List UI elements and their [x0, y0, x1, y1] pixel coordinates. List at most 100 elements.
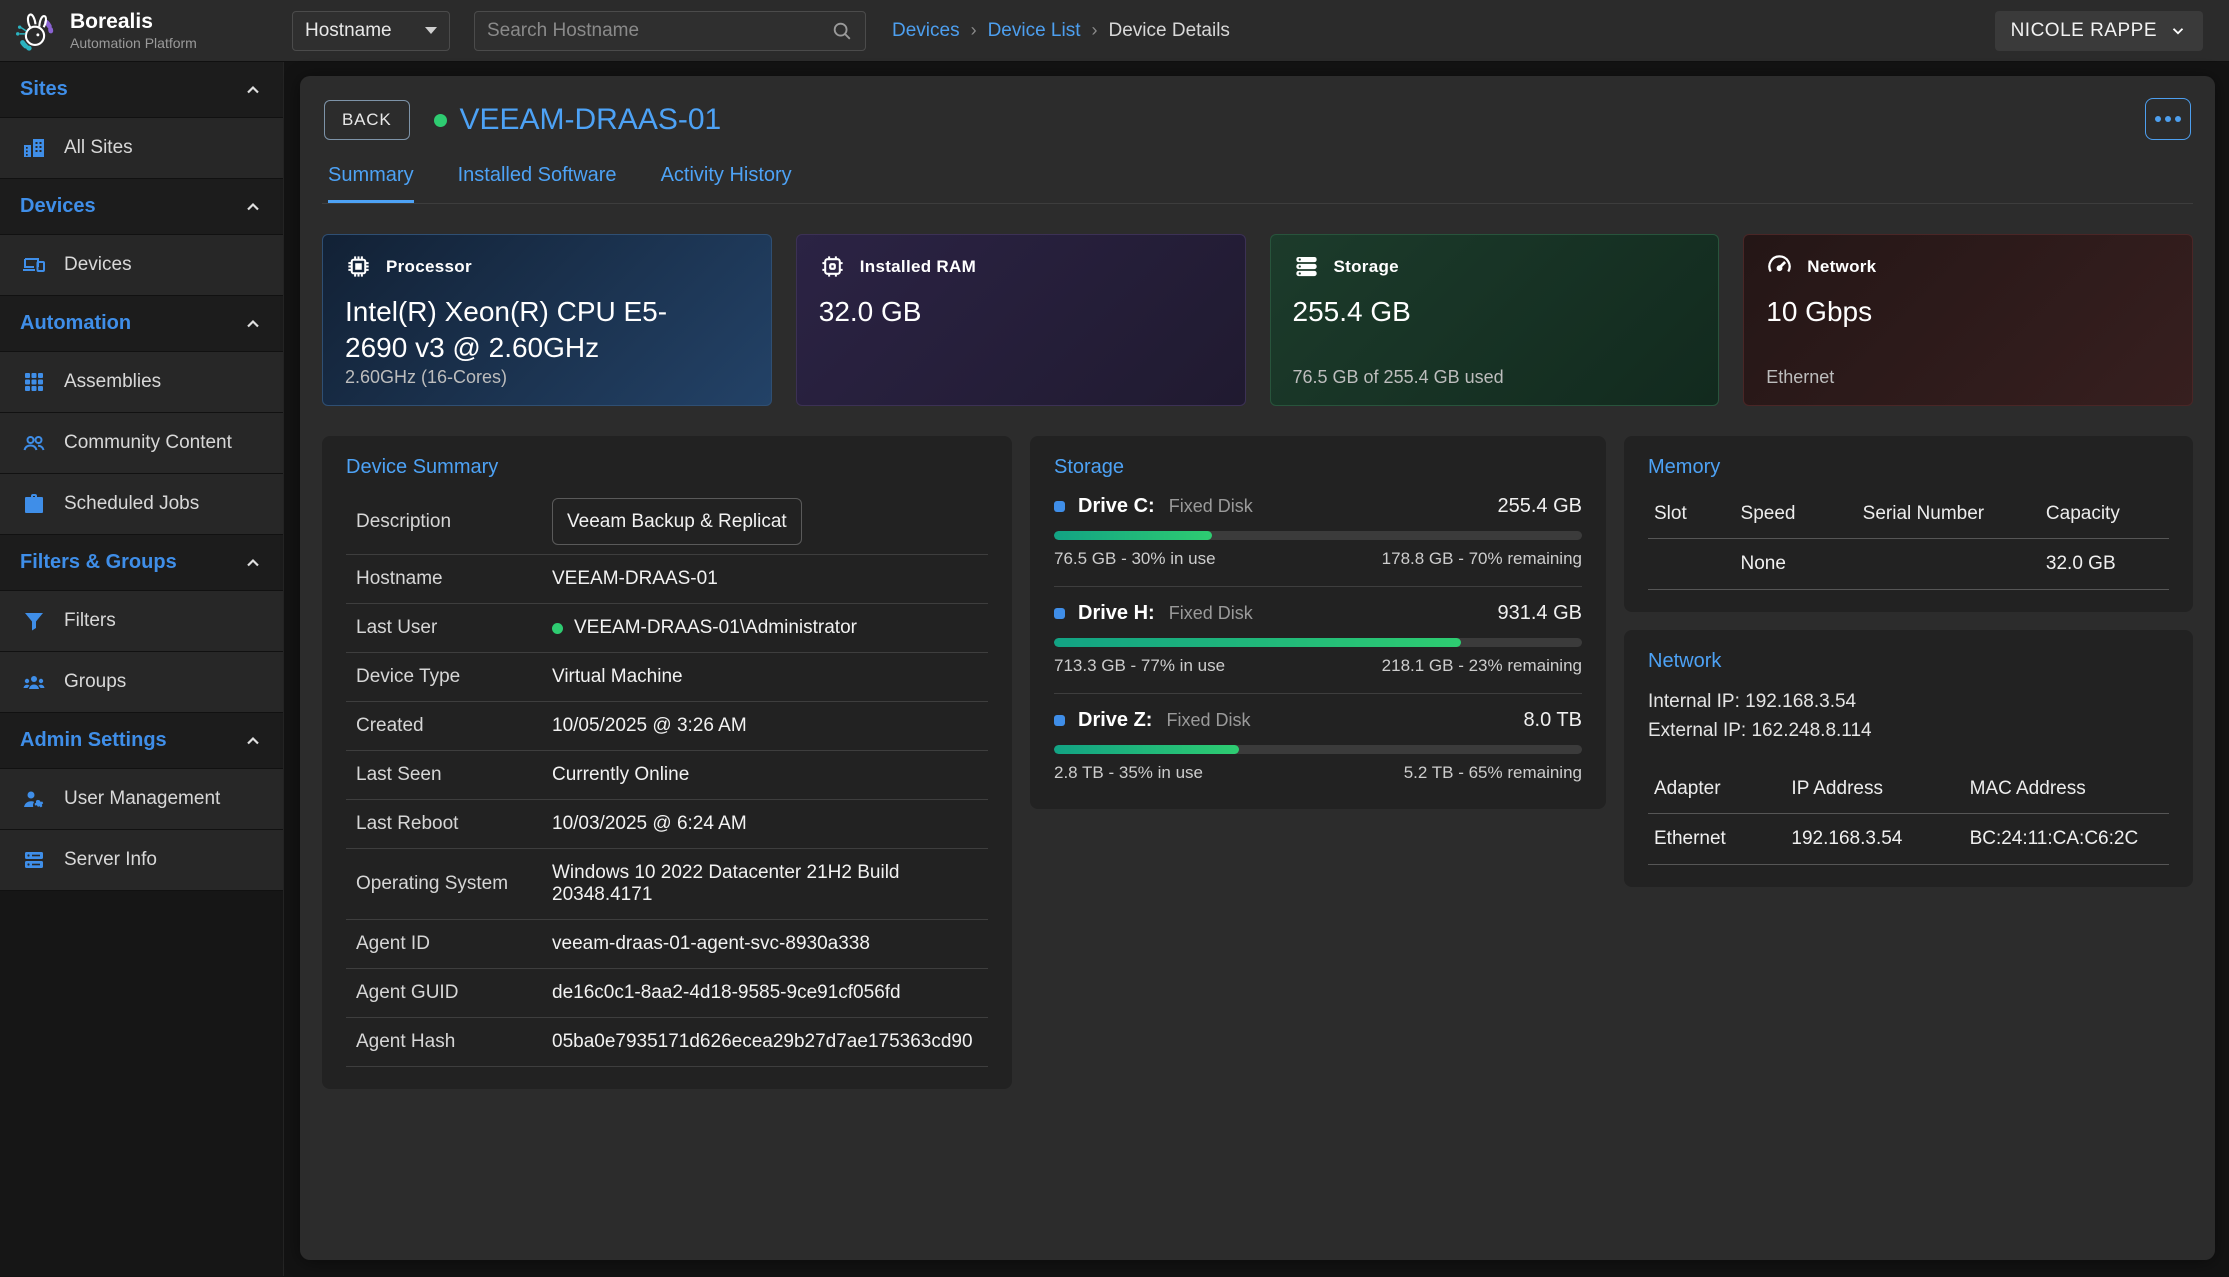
summary-row-agent-hash: Agent Hash 05ba0e7935171d626ecea29b27d7a…: [346, 1018, 988, 1067]
online-status-dot: [552, 623, 563, 634]
panel-title: Memory: [1648, 456, 2169, 479]
devices-icon: [22, 253, 46, 277]
sidebar-item-label: Devices: [64, 254, 132, 276]
stat-cards: Processor Intel(R) Xeon(R) CPU E5-2690 v…: [322, 234, 2193, 406]
sidebar-item-label: Scheduled Jobs: [64, 493, 199, 515]
sidebar-item-community-content[interactable]: Community Content: [0, 413, 283, 474]
drive-h-row: Drive H: Fixed Disk 931.4 GB 713.3 GB - …: [1054, 602, 1582, 694]
breadcrumb-current: Device Details: [1109, 20, 1230, 42]
sidebar-item-all-sites[interactable]: All Sites: [0, 118, 283, 179]
drive-usage-bar: [1054, 531, 1582, 540]
sidebar-item-assemblies[interactable]: Assemblies: [0, 352, 283, 413]
user-menu[interactable]: NICOLE RAPPE: [1995, 11, 2203, 51]
summary-row-last-user: Last User VEEAM-DRAAS-01\Administrator: [346, 604, 988, 653]
server-stack-icon: [1293, 253, 1320, 280]
sidebar-item-label: Community Content: [64, 432, 232, 454]
drive-c-row: Drive C: Fixed Disk 255.4 GB 76.5 GB - 3…: [1054, 495, 1582, 587]
search-input[interactable]: [487, 20, 831, 42]
back-button[interactable]: BACK: [324, 100, 410, 140]
user-gear-icon: [22, 787, 46, 811]
chevron-down-icon: [2169, 22, 2187, 40]
card-footer: 2.60GHz (16-Cores): [345, 367, 749, 389]
drive-usage-bar: [1054, 745, 1582, 754]
groups-icon: [22, 670, 46, 694]
brand-subtitle: Automation Platform: [70, 35, 197, 51]
tab-summary[interactable]: Summary: [328, 164, 414, 203]
memory-table-header: Slot Speed Serial Number Capacity: [1648, 493, 2169, 539]
sidebar-section-admin-settings[interactable]: Admin Settings: [0, 713, 283, 769]
summary-row-hostname: Hostname VEEAM-DRAAS-01: [346, 555, 988, 604]
sidebar-item-groups[interactable]: Groups: [0, 652, 283, 713]
chevron-up-icon: [243, 314, 263, 334]
rabbit-logo-icon: [12, 8, 58, 54]
installed-ram-card: Installed RAM 32.0 GB: [796, 234, 1246, 406]
card-value: 32.0 GB: [819, 294, 1203, 330]
sidebar-item-label: User Management: [64, 788, 220, 810]
chevron-down-icon: [425, 27, 437, 34]
drive-bullet-icon: [1054, 501, 1065, 512]
sidebar-section-label: Filters & Groups: [20, 551, 177, 574]
breadcrumb: Devices › Device List › Device Details: [892, 20, 1230, 42]
card-value: Intel(R) Xeon(R) CPU E5-2690 v3 @ 2.60GH…: [345, 294, 729, 367]
summary-row-last-seen: Last Seen Currently Online: [346, 751, 988, 800]
drive-usage-bar: [1054, 638, 1582, 647]
page-title: VEEAM-DRAAS-01: [460, 103, 722, 137]
sidebar-section-sites[interactable]: Sites: [0, 62, 283, 118]
sidebar: Sites All Sites Devices Devices Automati…: [0, 62, 284, 1276]
sidebar-section-automation[interactable]: Automation: [0, 296, 283, 352]
page-header: BACK VEEAM-DRAAS-01: [322, 100, 2193, 140]
grid-icon: [22, 370, 46, 394]
storage-card: Storage 255.4 GB 76.5 GB of 255.4 GB use…: [1270, 234, 1720, 406]
brand: Borealis Automation Platform: [0, 8, 284, 54]
card-value: 255.4 GB: [1293, 294, 1677, 330]
memory-panel: Memory Slot Speed Serial Number Capacity…: [1624, 436, 2193, 612]
sidebar-item-devices[interactable]: Devices: [0, 235, 283, 296]
breadcrumb-separator: ›: [1092, 20, 1098, 41]
sidebar-section-label: Admin Settings: [20, 729, 167, 752]
tab-activity-history[interactable]: Activity History: [661, 164, 792, 203]
breadcrumb-devices[interactable]: Devices: [892, 20, 960, 42]
user-name: NICOLE RAPPE: [2011, 20, 2157, 42]
more-actions-button[interactable]: [2145, 98, 2191, 140]
sidebar-item-label: Groups: [64, 671, 126, 693]
summary-row-device-type: Device Type Virtual Machine: [346, 653, 988, 702]
network-panel: Network Internal IP: 192.168.3.54 Extern…: [1624, 630, 2193, 887]
content-area: BACK VEEAM-DRAAS-01 Summary Installed So…: [284, 62, 2229, 1276]
chevron-up-icon: [243, 553, 263, 573]
chevron-up-icon: [243, 197, 263, 217]
summary-row-agent-guid: Agent GUID de16c0c1-8aa2-4d18-9585-9ce91…: [346, 969, 988, 1018]
sidebar-section-filters-groups[interactable]: Filters & Groups: [0, 535, 283, 591]
summary-row-operating-system: Operating System Windows 10 2022 Datacen…: [346, 849, 988, 920]
speedometer-icon: [1766, 253, 1793, 280]
card-value: 10 Gbps: [1766, 294, 2150, 330]
drive-bullet-icon: [1054, 608, 1065, 619]
sidebar-item-filters[interactable]: Filters: [0, 591, 283, 652]
search-icon[interactable]: [831, 20, 853, 42]
summary-row-last-reboot: Last Reboot 10/03/2025 @ 6:24 AM: [346, 800, 988, 849]
sidebar-section-devices[interactable]: Devices: [0, 179, 283, 235]
sidebar-section-label: Automation: [20, 312, 131, 335]
tab-bar: Summary Installed Software Activity Hist…: [322, 164, 2193, 204]
search-field-selector[interactable]: Hostname: [292, 11, 450, 51]
sidebar-filler: [0, 891, 283, 1276]
panel-title: Device Summary: [346, 456, 988, 479]
sidebar-item-server-info[interactable]: Server Info: [0, 830, 283, 891]
search-field-selected: Hostname: [305, 20, 392, 42]
sidebar-item-scheduled-jobs[interactable]: Scheduled Jobs: [0, 474, 283, 535]
sidebar-item-user-management[interactable]: User Management: [0, 769, 283, 830]
topbar: Borealis Automation Platform Hostname De…: [0, 0, 2229, 62]
sidebar-section-label: Sites: [20, 78, 68, 101]
description-input[interactable]: [552, 498, 802, 545]
card-title: Installed RAM: [860, 257, 976, 277]
online-status-dot: [434, 114, 447, 127]
chevron-up-icon: [243, 80, 263, 100]
sidebar-item-label: All Sites: [64, 137, 133, 159]
card-footer: 76.5 GB of 255.4 GB used: [1293, 367, 1697, 389]
card-footer: Ethernet: [1766, 367, 2170, 389]
tab-installed-software[interactable]: Installed Software: [458, 164, 617, 203]
card-footer: [819, 367, 1223, 389]
device-details-panel: BACK VEEAM-DRAAS-01 Summary Installed So…: [300, 76, 2215, 1260]
summary-row-agent-id: Agent ID veeam-draas-01-agent-svc-8930a3…: [346, 920, 988, 969]
breadcrumb-device-list[interactable]: Device List: [988, 20, 1081, 42]
server-icon: [22, 848, 46, 872]
